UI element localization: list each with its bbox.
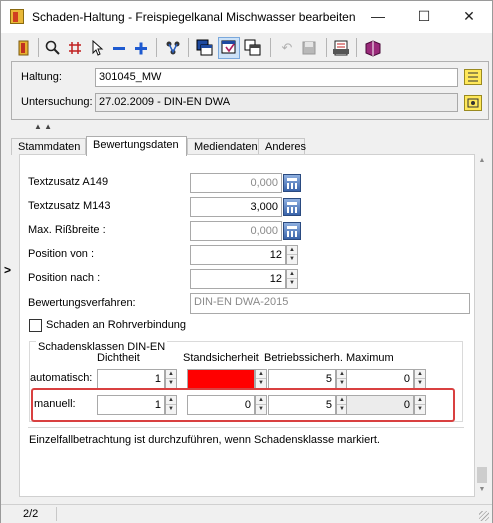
scroll-down-icon[interactable]: ▼ bbox=[475, 483, 489, 497]
calculator-a149-icon[interactable] bbox=[283, 174, 301, 192]
toolbar-separator bbox=[356, 38, 357, 57]
position-nach-label: Position nach : bbox=[28, 272, 101, 284]
search-icon[interactable] bbox=[42, 37, 64, 59]
collapse-handle-icon[interactable]: ▲ ▲ bbox=[34, 122, 52, 131]
minimize-button[interactable]: — bbox=[355, 1, 401, 32]
manuell-row-highlight bbox=[31, 388, 455, 422]
auto-betriebssicherheit-input[interactable]: 5 bbox=[268, 369, 336, 389]
tab-bewertungsdaten[interactable]: Bewertungsdaten bbox=[86, 136, 187, 156]
exit-door-icon[interactable] bbox=[13, 37, 35, 59]
note-text: Einzelfallbetrachtung ist durchzuführen,… bbox=[29, 434, 380, 446]
position-von-spinner[interactable]: ▲ ▼ bbox=[286, 245, 298, 265]
scroll-thumb-lower[interactable] bbox=[477, 467, 487, 483]
calculator-rissbreite-icon[interactable] bbox=[283, 222, 301, 240]
untersuchung-label: Untersuchung: bbox=[21, 96, 93, 108]
textzusatz-m143-input[interactable]: 3,000 bbox=[190, 197, 282, 217]
rohrverbindung-checkbox[interactable] bbox=[29, 319, 42, 332]
auto-dichtheit-input[interactable]: 1 bbox=[97, 369, 165, 389]
row-label-automatisch: automatisch: bbox=[30, 372, 93, 384]
column-standsicherheit: Standsicherheit bbox=[183, 352, 259, 364]
column-dichtheit: Dichtheit bbox=[97, 352, 140, 364]
maximize-button[interactable]: ☐ bbox=[401, 1, 447, 32]
haltung-field[interactable]: 301045_MW bbox=[95, 68, 458, 87]
auto-standsicherheit-input[interactable] bbox=[187, 369, 255, 389]
cursor-icon[interactable] bbox=[86, 37, 108, 59]
toolbar-separator bbox=[188, 38, 189, 57]
untersuchung-picker-button[interactable] bbox=[464, 95, 482, 111]
haltung-label: Haltung: bbox=[21, 71, 62, 83]
toolbar-separator bbox=[326, 38, 327, 57]
scroll-thumb[interactable] bbox=[477, 169, 487, 459]
column-betriebssicherheit: Betriebssicherh. bbox=[264, 352, 343, 364]
position-nach-input[interactable]: 12 bbox=[190, 269, 286, 289]
bewertungsdaten-panel: Textzusatz A149 0,000 Textzusatz M143 3,… bbox=[19, 154, 475, 497]
header-panel: Haltung: 301045_MW Untersuchung: 27.02.2… bbox=[11, 61, 489, 120]
tab-anderes[interactable]: Anderes bbox=[258, 138, 306, 155]
app-icon bbox=[10, 9, 24, 24]
haltung-picker-button[interactable] bbox=[464, 69, 482, 85]
max-rissbreite-label: Max. Rißbreite : bbox=[28, 224, 106, 236]
page-indicator: 2/2 bbox=[23, 508, 39, 520]
close-button[interactable]: ✕ bbox=[446, 1, 492, 32]
minus-icon[interactable] bbox=[108, 37, 130, 59]
scroll-up-icon[interactable]: ▲ bbox=[475, 154, 489, 168]
calculator-m143-icon[interactable] bbox=[283, 198, 301, 216]
tab-stammdaten[interactable]: Stammdaten bbox=[11, 138, 86, 155]
bewertungsverfahren-label: Bewertungsverfahren: bbox=[28, 297, 136, 309]
status-bar: 2/2 bbox=[1, 504, 492, 523]
toolbar: ↶ bbox=[8, 35, 488, 60]
status-divider bbox=[56, 507, 57, 521]
side-expand-icon[interactable]: > bbox=[4, 263, 11, 277]
tab-mediendaten[interactable]: Mediendaten bbox=[187, 138, 259, 155]
rohrverbindung-label: Schaden an Rohrverbindung bbox=[46, 319, 187, 331]
print-list-icon[interactable] bbox=[330, 37, 352, 59]
textzusatz-m143-label: Textzusatz M143 bbox=[28, 200, 111, 212]
toolbar-separator bbox=[156, 38, 157, 57]
vertical-scrollbar[interactable]: ▲ ▼ bbox=[475, 154, 489, 497]
plus-icon[interactable] bbox=[130, 37, 152, 59]
window-cascade-icon[interactable] bbox=[194, 37, 216, 59]
toolbar-separator bbox=[38, 38, 39, 57]
title-bar: Schaden-Haltung - Freispiegelkanal Misch… bbox=[1, 1, 492, 33]
textzusatz-a149-input[interactable]: 0,000 bbox=[190, 173, 282, 193]
auto-dichtheit-spinner[interactable]: ▲ ▼ bbox=[165, 369, 177, 389]
auto-standsicherheit-spinner[interactable]: ▲ ▼ bbox=[255, 369, 267, 389]
position-von-label: Position von : bbox=[28, 248, 95, 260]
note-divider bbox=[28, 427, 464, 428]
untersuchung-field[interactable]: 27.02.2009 - DIN-EN DWA bbox=[95, 93, 458, 112]
editor-window: Schaden-Haltung - Freispiegelkanal Misch… bbox=[0, 0, 493, 523]
book-icon[interactable] bbox=[362, 37, 384, 59]
toolbar-separator bbox=[270, 38, 271, 57]
save-icon[interactable] bbox=[298, 37, 320, 59]
auto-maximum-spinner[interactable]: ▲ ▼ bbox=[414, 369, 426, 389]
position-von-input[interactable]: 12 bbox=[190, 245, 286, 265]
textzusatz-a149-label: Textzusatz A149 bbox=[28, 176, 109, 188]
resize-grip-icon[interactable] bbox=[479, 511, 489, 521]
window-copy-icon[interactable] bbox=[242, 37, 264, 59]
undo-icon[interactable]: ↶ bbox=[276, 37, 298, 59]
window-title: Schaden-Haltung - Freispiegelkanal Misch… bbox=[32, 10, 356, 24]
auto-maximum-input[interactable]: 0 bbox=[346, 369, 414, 389]
max-rissbreite-input[interactable]: 0,000 bbox=[190, 221, 282, 241]
position-nach-spinner[interactable]: ▲ ▼ bbox=[286, 269, 298, 289]
crosshair-grid-icon[interactable] bbox=[64, 37, 86, 59]
window-select-icon[interactable] bbox=[218, 37, 240, 59]
column-maximum: Maximum bbox=[346, 352, 394, 364]
bewertungsverfahren-field[interactable]: DIN-EN DWA-2015 bbox=[190, 293, 470, 314]
network-tool-icon[interactable] bbox=[162, 37, 184, 59]
